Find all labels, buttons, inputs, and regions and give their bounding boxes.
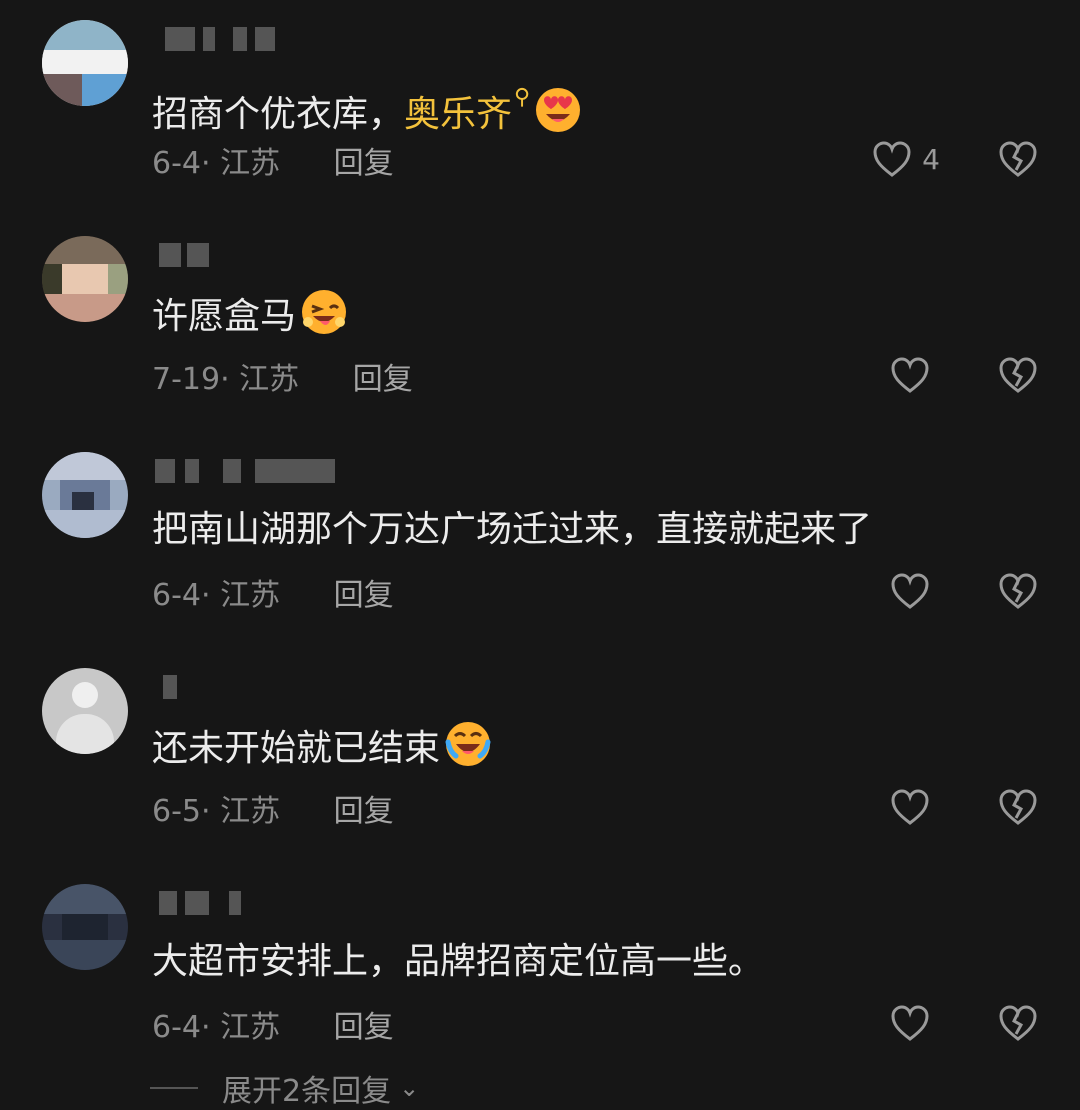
avatar[interactable] xyxy=(42,884,128,970)
like-count: 4 xyxy=(922,142,940,176)
dislike-button[interactable] xyxy=(998,784,1038,830)
username-blurred[interactable] xyxy=(155,27,355,53)
avatar[interactable] xyxy=(42,452,128,538)
comment-item: 把南山湖那个万达广场迁过来，直接就起来了 6-4· 江苏 回复 xyxy=(0,432,1080,648)
wink-tongue-emoji xyxy=(302,290,347,334)
date: 7-19 xyxy=(152,362,221,397)
search-icon[interactable]: ⚲ xyxy=(514,72,530,124)
divider xyxy=(150,1087,198,1089)
broken-heart-icon xyxy=(999,573,1037,609)
dislike-button[interactable] xyxy=(998,352,1038,398)
username-blurred[interactable] xyxy=(155,459,355,485)
heart-icon xyxy=(891,1005,929,1041)
broken-heart-icon xyxy=(999,789,1037,825)
like-button[interactable] xyxy=(890,352,940,398)
comment-text: 招商个优衣库，奥乐齐⚲ xyxy=(152,72,582,141)
dislike-button[interactable] xyxy=(998,1000,1038,1046)
date: 6-4 xyxy=(152,1010,201,1045)
broken-heart-icon xyxy=(999,357,1037,393)
heart-icon xyxy=(873,141,911,177)
expand-replies-button[interactable]: 展开2条回复 ⌄ xyxy=(150,1066,419,1110)
comment-text: 还未开始就已结束 xyxy=(152,720,492,775)
avatar[interactable] xyxy=(42,668,128,754)
like-button[interactable]: 4 xyxy=(872,136,940,182)
comment-text: 大超市安排上，品牌招商定位高一些。 xyxy=(152,941,765,982)
comment-item: 许愿盒马 7-19· 江苏 回复 xyxy=(0,216,1080,432)
comment-meta: 7-19· 江苏 回复 xyxy=(152,362,413,397)
date: 6-5 xyxy=(152,794,201,829)
comment-text: 许愿盒马 xyxy=(152,288,348,343)
location: 江苏 xyxy=(220,146,281,181)
reply-button[interactable]: 回复 xyxy=(334,1010,394,1045)
username-blurred[interactable] xyxy=(155,675,355,701)
comment-text: 把南山湖那个万达广场迁过来，直接就起来了 xyxy=(152,509,873,550)
heart-eyes-emoji xyxy=(536,88,581,132)
reply-button[interactable]: 回复 xyxy=(334,146,394,181)
like-button[interactable] xyxy=(890,784,940,830)
comment-meta: 6-4· 江苏 回复 xyxy=(152,1010,394,1045)
username-blurred[interactable] xyxy=(155,891,355,917)
search-link[interactable]: 奥乐齐 xyxy=(404,94,512,135)
comment-meta: 6-5· 江苏 回复 xyxy=(152,794,394,829)
broken-heart-icon xyxy=(999,141,1037,177)
date: 6-4 xyxy=(152,146,201,181)
avatar[interactable] xyxy=(42,236,128,322)
comment-meta: 6-4· 江苏 回复 xyxy=(152,146,394,181)
location: 江苏 xyxy=(239,362,300,397)
comment-item: 还未开始就已结束 6-5· 江苏 回复 xyxy=(0,648,1080,864)
reply-button[interactable]: 回复 xyxy=(353,362,413,397)
comment-item: 招商个优衣库，奥乐齐⚲ 6-4· 江苏 回复 4 xyxy=(0,0,1080,216)
rolling-laugh-emoji xyxy=(445,722,491,766)
reply-button[interactable]: 回复 xyxy=(334,578,394,613)
comment-meta: 6-4· 江苏 回复 xyxy=(152,578,394,613)
broken-heart-icon xyxy=(999,1005,1037,1041)
dislike-button[interactable] xyxy=(998,136,1038,182)
heart-icon xyxy=(891,789,929,825)
comment-item: 大超市安排上，品牌招商定位高一些。 6-4· 江苏 回复 xyxy=(0,864,1080,1080)
expand-replies-label: 展开2条回复 xyxy=(222,1074,392,1109)
reply-button[interactable]: 回复 xyxy=(334,794,394,829)
location: 江苏 xyxy=(220,794,281,829)
like-button[interactable] xyxy=(890,568,940,614)
like-button[interactable] xyxy=(890,1000,940,1046)
username-blurred[interactable] xyxy=(155,243,355,269)
avatar[interactable] xyxy=(42,20,128,106)
location: 江苏 xyxy=(220,578,281,613)
heart-icon xyxy=(891,573,929,609)
location: 江苏 xyxy=(220,1010,281,1045)
date: 6-4 xyxy=(152,578,201,613)
dislike-button[interactable] xyxy=(998,568,1038,614)
heart-icon xyxy=(891,357,929,393)
